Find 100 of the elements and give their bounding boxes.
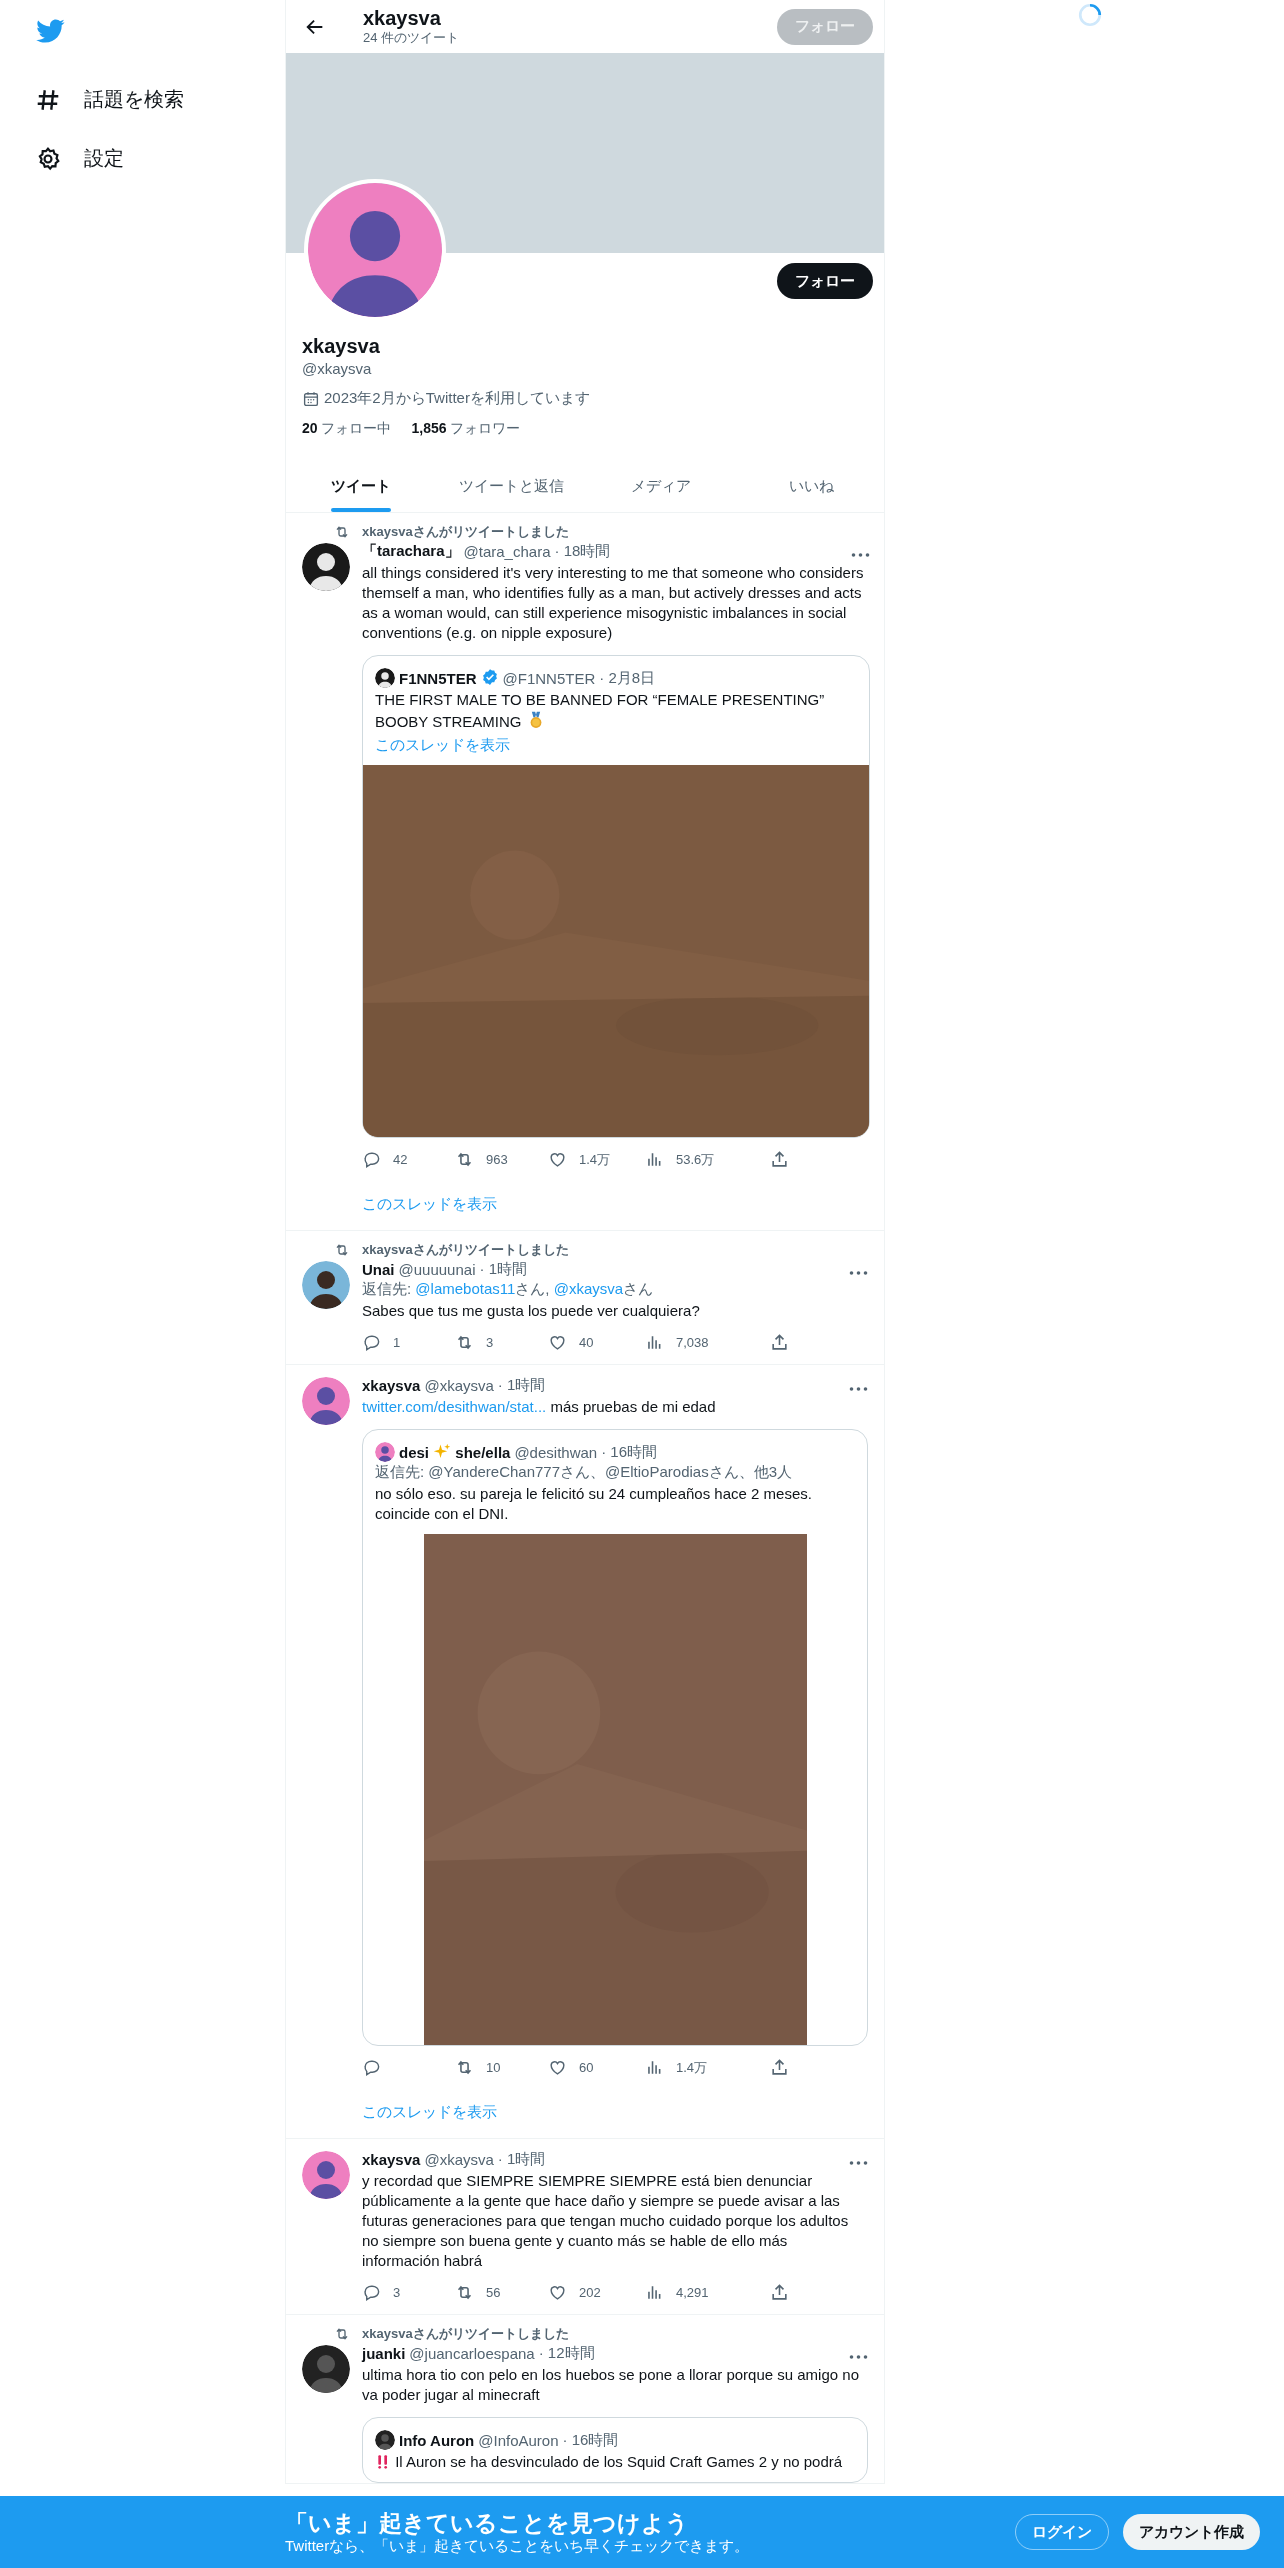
reply-button[interactable]: 1 <box>362 1333 401 1352</box>
like-icon <box>548 2058 567 2077</box>
retweet-icon <box>455 2283 474 2302</box>
timestamp: · 16時間 <box>601 1442 658 1462</box>
timestamp: · 18時間 <box>554 541 611 561</box>
author-name: desi she/ella <box>399 1443 511 1461</box>
tweet-text: y recordad que SIEMPRE SIEMPRE SIEMPRE está bien denunciar públicamente a la gente que hace daño y siempre se puede avisar a las futuras generaciones para que tengan mucho cuidado porque los adultos no siempre son buena gente y cuanto más se hable de ello más información habrá <box>362 2171 850 2271</box>
retweet-icon <box>455 1333 474 1352</box>
share-button[interactable] <box>770 2058 789 2077</box>
tab[interactable]: ツイートと返信 <box>436 460 586 512</box>
views-button[interactable]: 4,291 <box>645 2283 709 2302</box>
tweet-text: Il Auron se ha desvinculado de los Squid Craft Games 2 y no podrá <box>375 2452 855 2472</box>
follow-button[interactable]: フォロー <box>777 263 873 299</box>
tweet-text: no sólo eso. su pareja le felicitó su 24 cumpleaños hace 2 meses. coincide con el DNI. <box>375 1484 813 1524</box>
reply-to-text: 返信先: @YandereChan777さん、@EltioParodiasさん、他3人 <box>375 1462 793 1482</box>
retweet-button[interactable]: 3 <box>455 1333 494 1352</box>
quoted-tweet[interactable]: Info Auron @InfoAuron · 16時間 Il Auron se ha desvinculado de los Squid Craft Games 2 y no podrá <box>362 2417 868 2483</box>
avatar[interactable] <box>375 668 395 688</box>
author-handle: @F1NN5TER <box>502 669 596 687</box>
tab[interactable]: メディア <box>586 460 736 512</box>
author-name: 「tarachara」 <box>362 541 460 561</box>
timestamp: · 16時間 <box>562 2430 619 2450</box>
views-button[interactable]: 1.4万 <box>645 2058 708 2077</box>
retweeted-by-text: xkaysvaさんがリツイートしました <box>362 2325 569 2343</box>
like-button[interactable]: 202 <box>548 2283 601 2302</box>
tweet-text: ultima hora tio con pelo en los huebos se pone a llorar porque su amigo no va poder jugar al minecraft <box>362 2365 860 2405</box>
share-icon <box>770 2283 789 2302</box>
reply-icon <box>362 1333 381 1352</box>
tab[interactable]: ツイート <box>286 460 436 512</box>
views-button[interactable]: 7,038 <box>645 1333 709 1352</box>
profile-handle: @xkaysva <box>302 360 373 377</box>
like-button[interactable]: 1.4万 <box>548 1150 611 1169</box>
retweet-icon <box>455 2058 474 2077</box>
more-icon <box>849 2160 868 2165</box>
share-button[interactable] <box>770 1150 789 1169</box>
signup-title: 「いま」起きていることを見つけよう <box>285 2508 690 2537</box>
timestamp: · 12時間 <box>538 2343 595 2363</box>
avatar[interactable] <box>302 2345 350 2393</box>
calendar-icon <box>302 389 320 408</box>
retweet-button[interactable]: 10 <box>455 2058 501 2077</box>
avatar[interactable] <box>375 1442 395 1462</box>
quoted-tweet[interactable]: desi she/ella @desithwan · 16時間 返信先: @YandereChan777さん、@EltioParodiasさん、他3人 no sólo eso. su pareja le felicitó su 24 cumpleaños hace 2 meses. coincide con el DNI. <box>362 1429 868 2046</box>
profile-name: xkaysva <box>302 335 381 358</box>
author-name: Info Auron <box>399 2431 475 2449</box>
share-icon <box>770 1150 789 1169</box>
author-name: juanki <box>362 2344 406 2362</box>
share-button[interactable] <box>770 1333 789 1352</box>
retweeted-by-text: xkaysvaさんがリツイートしました <box>362 523 569 541</box>
share-button[interactable] <box>770 2283 789 2302</box>
retweet-icon <box>455 1150 474 1169</box>
avatar[interactable] <box>375 2430 395 2450</box>
tweet-text: Sabes que tus me gusta los puede ver cualquiera? <box>362 1301 701 1321</box>
author-name: xkaysva <box>362 1376 421 1394</box>
avatar[interactable] <box>302 1261 350 1309</box>
like-icon <box>548 1333 567 1352</box>
timestamp: · 2月8日 <box>599 668 656 688</box>
author-handle: @tara_chara <box>463 542 551 560</box>
reply-button[interactable] <box>362 2058 381 2077</box>
reply-icon <box>362 2058 381 2077</box>
avatar[interactable] <box>302 1377 350 1425</box>
following-link[interactable]: 20 フォロー中 <box>302 420 392 438</box>
avatar[interactable] <box>302 2151 350 2199</box>
tweet-text: THE FIRST MALE TO BE BANNED FOR “FEMALE PRESENTING” BOOBY STREAMING <box>375 690 826 732</box>
retweet-button[interactable]: 963 <box>455 1150 508 1169</box>
joined-date: 2023年2月からTwitterを利用しています <box>324 389 590 408</box>
retweet-button[interactable]: 56 <box>455 2283 501 2302</box>
loading-spinner-icon <box>1077 2 1103 28</box>
reply-icon <box>362 1150 381 1169</box>
author-name: xkaysva <box>362 2150 421 2168</box>
quoted-tweet[interactable]: F1NN5TER @F1NN5TER · 2月8日 THE FIRST MALE TO BE BANNED FOR “FEMALE PRESENTING” BOOBY STREAMING このスレッドを表示 <box>362 655 870 1138</box>
verified-badge-icon <box>480 667 499 686</box>
author-handle: @xkaysva <box>424 1376 494 1394</box>
author-handle: @xkaysva <box>424 2150 494 2168</box>
nav-item[interactable]: 設定 <box>35 129 124 188</box>
tweet-text: twitter.com/desithwan/stat... más pruebas de mi edad <box>362 1397 717 1417</box>
reply-button[interactable]: 42 <box>362 1150 408 1169</box>
nav-item[interactable]: 話題を検索 <box>35 70 184 129</box>
retweet-icon <box>334 1242 350 1258</box>
signup-button[interactable]: アカウント作成 <box>1123 2514 1260 2550</box>
like-icon <box>548 1150 567 1169</box>
reply-button[interactable]: 3 <box>362 2283 401 2302</box>
share-icon <box>770 2058 789 2077</box>
more-icon <box>849 1270 868 1275</box>
more-icon <box>849 2354 868 2359</box>
retweet-icon <box>334 2326 350 2342</box>
timestamp: · 1時間 <box>479 1259 527 1279</box>
author-handle: @uuuuunai <box>398 1260 476 1278</box>
followers-link[interactable]: 1,856 フォロワー <box>411 420 521 438</box>
signup-subtitle: Twitterなら、「いま」起きていることをいち早くチェックできます。 <box>285 2536 751 2556</box>
tab[interactable]: いいね <box>736 460 886 512</box>
views-button[interactable]: 53.6万 <box>645 1150 715 1169</box>
more-icon <box>851 552 870 557</box>
author-handle: @desithwan <box>514 1443 598 1461</box>
reply-icon <box>362 2283 381 2302</box>
like-button[interactable]: 40 <box>548 1333 594 1352</box>
tweet-count: 24 件のツイート <box>363 29 461 47</box>
profile-title: xkaysva <box>363 6 442 29</box>
avatar[interactable] <box>302 543 350 591</box>
author-handle: @InfoAuron <box>478 2431 559 2449</box>
like-button[interactable]: 60 <box>548 2058 594 2077</box>
